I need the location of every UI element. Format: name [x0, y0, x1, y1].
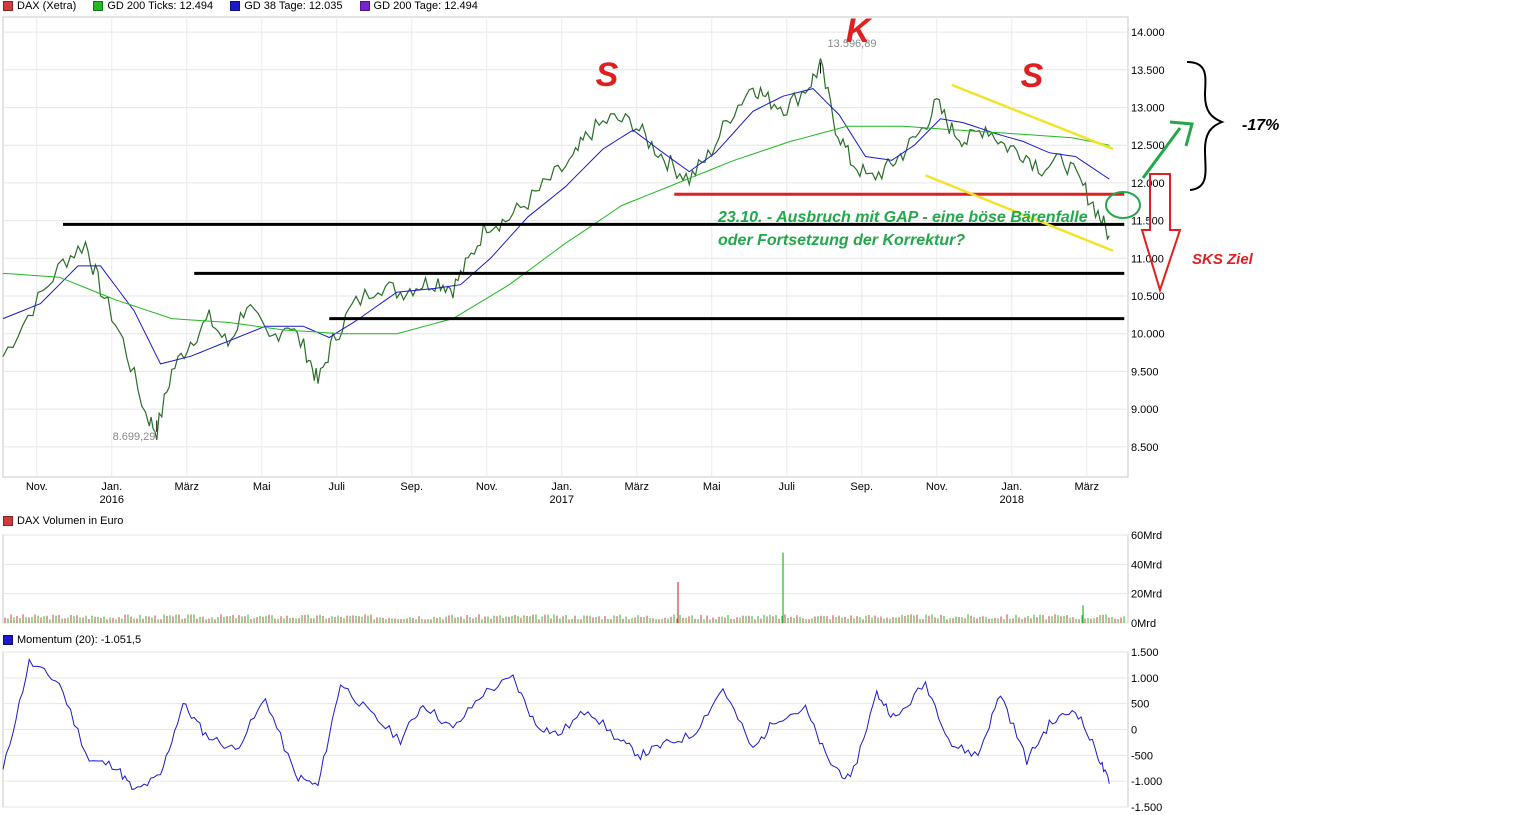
shoulder-right-label: S — [1021, 57, 1044, 95]
legend-item-gd200tage: GD 200 Tage: 12.494 — [359, 0, 478, 12]
comment-line-1: 23.10. - Ausbruch mit GAP - eine böse Bä… — [717, 209, 1088, 226]
legend-swatch — [230, 1, 241, 11]
price-y-tick: 9.000 — [1131, 404, 1159, 416]
volume-panel: 60Mrd 40Mrd 20Mrd 0Mrd — [2, 530, 1162, 630]
price-y-tick: 13.000 — [1131, 102, 1165, 114]
price-y-axis: 14.000 13.500 13.000 12.500 12.000 11.500 11.0… — [1131, 27, 1165, 454]
momentum-y-tick: -1.000 — [1131, 776, 1162, 788]
legend-swatch — [3, 635, 13, 645]
volume-y-tick: 0Mrd — [1131, 618, 1156, 630]
price-x-tick: März — [175, 481, 199, 493]
price-x-tick: Jan. — [551, 481, 572, 493]
legend-label: GD 200 Tage: 12.494 — [373, 0, 478, 12]
volume-y-tick: 40Mrd — [1131, 559, 1162, 571]
head-label: K — [846, 12, 873, 50]
legend-label: GD 38 Tage: 12.035 — [244, 0, 343, 12]
momentum-y-tick: -1.500 — [1131, 802, 1162, 814]
green-arrowhead — [1169, 120, 1194, 147]
price-x-tick: Nov. — [926, 481, 948, 493]
price-x-tick: Mai — [703, 481, 721, 493]
price-x-year: 2016 — [100, 494, 124, 506]
momentum-y-tick: 1.000 — [1131, 673, 1159, 685]
volume-y-axis: 60Mrd 40Mrd 20Mrd 0Mrd — [1131, 530, 1162, 630]
price-x-tick: Sep. — [850, 481, 873, 493]
price-y-tick: 10.000 — [1131, 329, 1165, 341]
momentum-y-tick: 0 — [1131, 725, 1137, 737]
target-label: SKS Ziel — [1192, 251, 1254, 268]
price-x-year: 2018 — [1000, 494, 1024, 506]
legend-swatch — [359, 1, 370, 11]
low-label: 8.699,29 — [113, 431, 156, 443]
legend-item-gd38: GD 38 Tage: 12.035 — [230, 0, 342, 12]
legend-item-gd200ticks: GD 200 Ticks: 12.494 — [93, 0, 213, 12]
price-legend: DAX (Xetra) GD 200 Ticks: 12.494 GD 38 T… — [3, 0, 492, 14]
red-target-arrow — [1140, 173, 1182, 294]
price-y-tick: 11.500 — [1131, 216, 1164, 228]
legend-swatch — [3, 1, 13, 11]
legend-item-dax: DAX (Xetra) — [3, 0, 76, 12]
price-panel: 14.000 13.500 13.000 12.500 12.000 11.500 11.0… — [2, 16, 1165, 506]
price-y-tick: 8.500 — [1131, 442, 1159, 454]
price-x-tick: Nov. — [476, 481, 498, 493]
price-x-tick: Juli — [778, 481, 795, 493]
momentum-y-tick: -500 — [1131, 750, 1153, 762]
drop-percent-label: -17% — [1242, 117, 1279, 134]
price-y-tick: 10.500 — [1131, 291, 1165, 303]
momentum-y-axis: 1.500 1.000 500 0 -500 -1.000 -1.500 — [1131, 647, 1162, 814]
legend-swatch — [93, 1, 104, 11]
price-y-tick: 12.500 — [1131, 140, 1165, 152]
volume-y-tick: 60Mrd — [1131, 530, 1162, 542]
green-arrow-up — [1141, 127, 1182, 179]
price-y-tick: 9.500 — [1131, 366, 1159, 378]
price-x-tick: März — [1075, 481, 1099, 493]
price-x-tick: Mai — [253, 481, 271, 493]
shoulder-left-label: S — [596, 56, 619, 94]
price-x-tick: Nov. — [26, 481, 48, 493]
price-x-tick: Juli — [328, 481, 345, 493]
legend-label: Momentum (20): -1.051,5 — [17, 634, 142, 646]
momentum-panel: 1.500 1.000 500 0 -500 -1.000 -1.500 — [2, 647, 1162, 814]
price-x-axis: Nov. Jan. März Mai Juli Sep. Nov. Jan. März Mai Ju… — [26, 481, 1099, 506]
price-y-tick: 12.000 — [1131, 178, 1165, 190]
comment-line-2: oder Fortsetzung der Korrektur? — [718, 232, 965, 249]
volume-legend: DAX Volumen in Euro — [3, 515, 137, 529]
price-y-tick: 14.000 — [1131, 27, 1165, 39]
price-x-year: 2017 — [550, 494, 574, 506]
dax-chart-canvas: 14.000 13.500 13.000 12.500 12.000 11.500 11.0… — [2, 12, 1279, 814]
legend-label: DAX Volumen in Euro — [17, 515, 124, 527]
volume-y-tick: 20Mrd — [1131, 589, 1162, 601]
price-x-tick: Sep. — [400, 481, 423, 493]
legend-label: GD 200 Ticks: 12.494 — [107, 0, 214, 12]
momentum-y-tick: 1.500 — [1131, 647, 1159, 659]
legend-swatch — [3, 516, 13, 526]
price-x-tick: März — [625, 481, 649, 493]
price-x-tick: Jan. — [1001, 481, 1022, 493]
price-y-tick: 11.000 — [1131, 253, 1164, 265]
legend-label: DAX (Xetra) — [17, 0, 77, 12]
price-x-tick: Jan. — [101, 481, 122, 493]
momentum-y-tick: 500 — [1131, 699, 1149, 711]
price-y-tick: 13.500 — [1131, 65, 1165, 77]
momentum-legend: Momentum (20): -1.051,5 — [3, 634, 155, 648]
